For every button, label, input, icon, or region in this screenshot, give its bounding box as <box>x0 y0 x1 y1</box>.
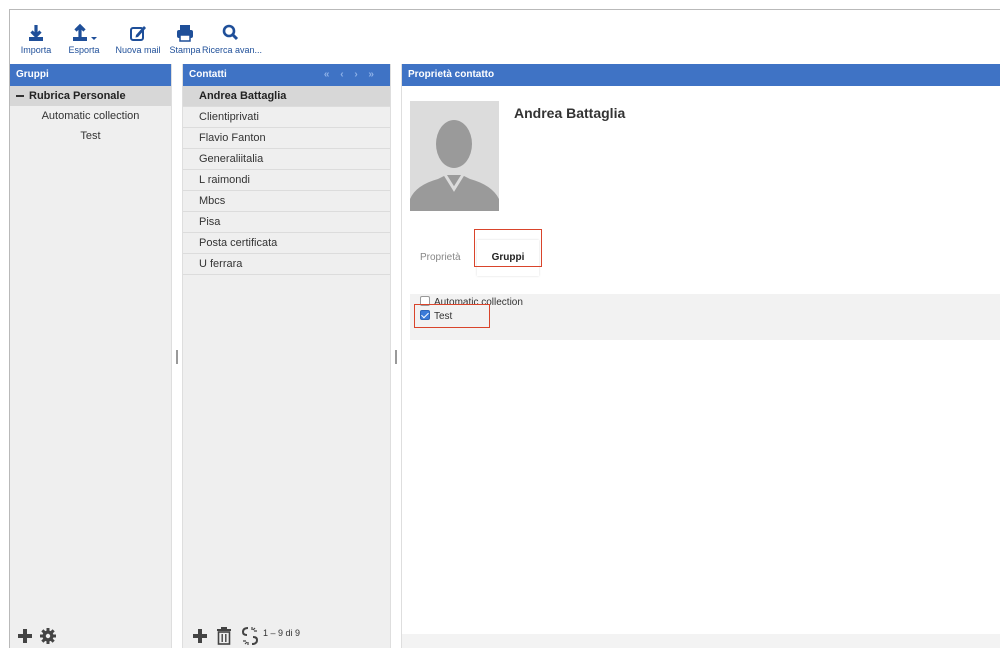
add-contact-icon[interactable] <box>192 628 208 644</box>
contact-details-panel: Proprietà contatto Andrea Battaglia Prop… <box>401 64 1000 648</box>
contacts-panel-title: Contatti « ‹ › » <box>183 64 390 86</box>
group-item-automatic-collection[interactable]: Automatic collection <box>10 106 171 126</box>
contact-row[interactable]: U ferrara <box>183 254 390 275</box>
chevron-down-icon <box>91 37 97 40</box>
contact-photo[interactable] <box>410 101 499 211</box>
printer-icon <box>177 25 193 42</box>
print-button[interactable]: Stampa <box>168 22 202 55</box>
trash-icon[interactable] <box>216 627 232 645</box>
add-icon[interactable] <box>17 628 33 644</box>
groups-panel-title: Gruppi <box>10 64 171 86</box>
contact-row[interactable]: Pisa <box>183 212 390 233</box>
groups-tree: Rubrica Personale Automatic collection T… <box>10 86 171 648</box>
tree-root-personal-addressbook[interactable]: Rubrica Personale <box>10 86 171 106</box>
groups-panel: Gruppi Rubrica Personale Automatic colle… <box>10 64 172 648</box>
contact-row[interactable]: Posta certificata <box>183 233 390 254</box>
group-item-test[interactable]: Test <box>10 126 171 146</box>
contact-details-body: Andrea Battaglia Proprietà Gruppi Automa… <box>402 86 1000 648</box>
import-button[interactable]: Importa <box>18 22 54 55</box>
contact-row[interactable]: Mbcs <box>183 191 390 212</box>
advanced-search-button[interactable]: Ricerca avan... <box>202 22 262 55</box>
contacts-list: Andrea Battaglia Clientiprivati Flavio F… <box>183 86 390 648</box>
test-checkbox-highlight <box>414 304 490 328</box>
splitter-left[interactable] <box>172 64 182 648</box>
new-mail-button[interactable]: Nuova mail <box>115 22 161 55</box>
contact-row[interactable]: Generaliitalia <box>183 149 390 170</box>
contact-row[interactable]: L raimondi <box>183 170 390 191</box>
toolbar: Importa Esporta Nuova mail Stampa Ricerc… <box>10 10 1000 64</box>
search-icon <box>222 24 239 41</box>
download-icon <box>29 25 43 41</box>
avatar-placeholder-icon <box>410 101 499 211</box>
export-button[interactable]: Esporta <box>64 22 104 55</box>
details-footer <box>402 634 1000 648</box>
contacts-footer: 1 – 9 di 9 <box>183 622 390 648</box>
unlink-icon[interactable] <box>240 626 260 646</box>
contact-row[interactable]: Andrea Battaglia <box>183 86 390 107</box>
contacts-panel: Contatti « ‹ › » Andrea Battaglia Client… <box>182 64 391 648</box>
contact-details-title: Proprietà contatto <box>402 64 1000 86</box>
splitter-right[interactable] <box>391 64 401 648</box>
compose-icon <box>130 26 146 41</box>
gear-icon[interactable] <box>39 627 57 645</box>
contact-row[interactable]: Flavio Fanton <box>183 128 390 149</box>
contacts-count: 1 – 9 di 9 <box>263 628 301 638</box>
app-window: Importa Esporta Nuova mail Stampa Ricerc… <box>0 0 1000 648</box>
contact-name: Andrea Battaglia <box>514 105 626 121</box>
contact-row[interactable]: Clientiprivati <box>183 107 390 128</box>
collapse-icon[interactable] <box>16 95 24 98</box>
pager-icons[interactable]: « ‹ › » <box>324 64 378 86</box>
tab-groups-highlight <box>474 229 542 267</box>
groups-footer <box>10 622 171 648</box>
upload-icon <box>73 23 97 41</box>
group-membership-list: Automatic collection Test <box>410 294 1000 340</box>
tab-properties[interactable]: Proprietà <box>420 240 461 276</box>
